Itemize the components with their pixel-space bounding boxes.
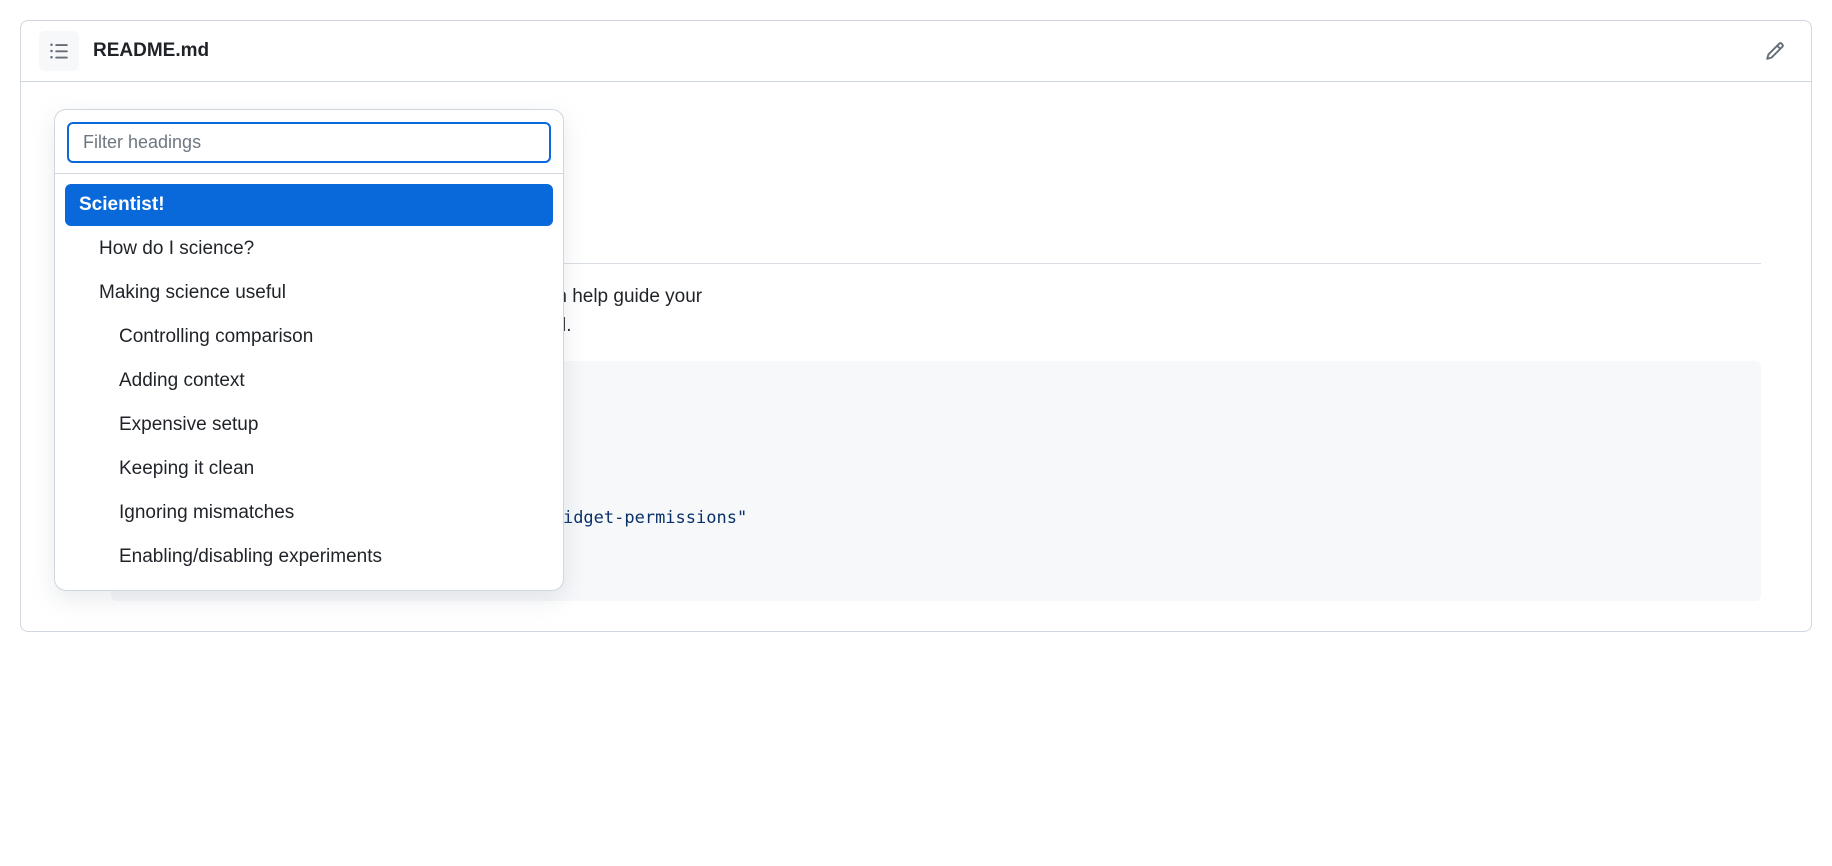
toc-item[interactable]: Controlling comparison: [65, 316, 553, 358]
toc-item[interactable]: Making science useful: [65, 272, 553, 314]
toc-list[interactable]: Scientist!How do I science?Making scienc…: [55, 174, 563, 590]
toc-item[interactable]: Keeping it clean: [65, 448, 553, 490]
pencil-icon: [1765, 41, 1785, 61]
file-title: README.md: [93, 40, 209, 62]
edit-button[interactable]: [1757, 33, 1793, 69]
toc-item[interactable]: Expensive setup: [65, 404, 553, 446]
toc-popup: Scientist!How do I science?Making scienc…: [54, 109, 564, 591]
toc-popup-header: [55, 110, 563, 173]
toc-item[interactable]: Adding context: [65, 360, 553, 402]
readme-header: README.md: [21, 21, 1811, 81]
toc-item[interactable]: Ignoring mismatches: [65, 492, 553, 534]
filter-headings-input[interactable]: [67, 122, 551, 163]
list-icon: [49, 41, 69, 61]
toc-button[interactable]: [39, 31, 79, 71]
toc-item[interactable]: Enabling/disabling experiments: [65, 536, 553, 578]
toc-item[interactable]: Scientist!: [65, 184, 553, 226]
readme-box: README.md critical paths. CI passing: [20, 20, 1812, 632]
toc-item[interactable]: How do I science?: [65, 228, 553, 270]
header-actions: [1757, 33, 1793, 69]
